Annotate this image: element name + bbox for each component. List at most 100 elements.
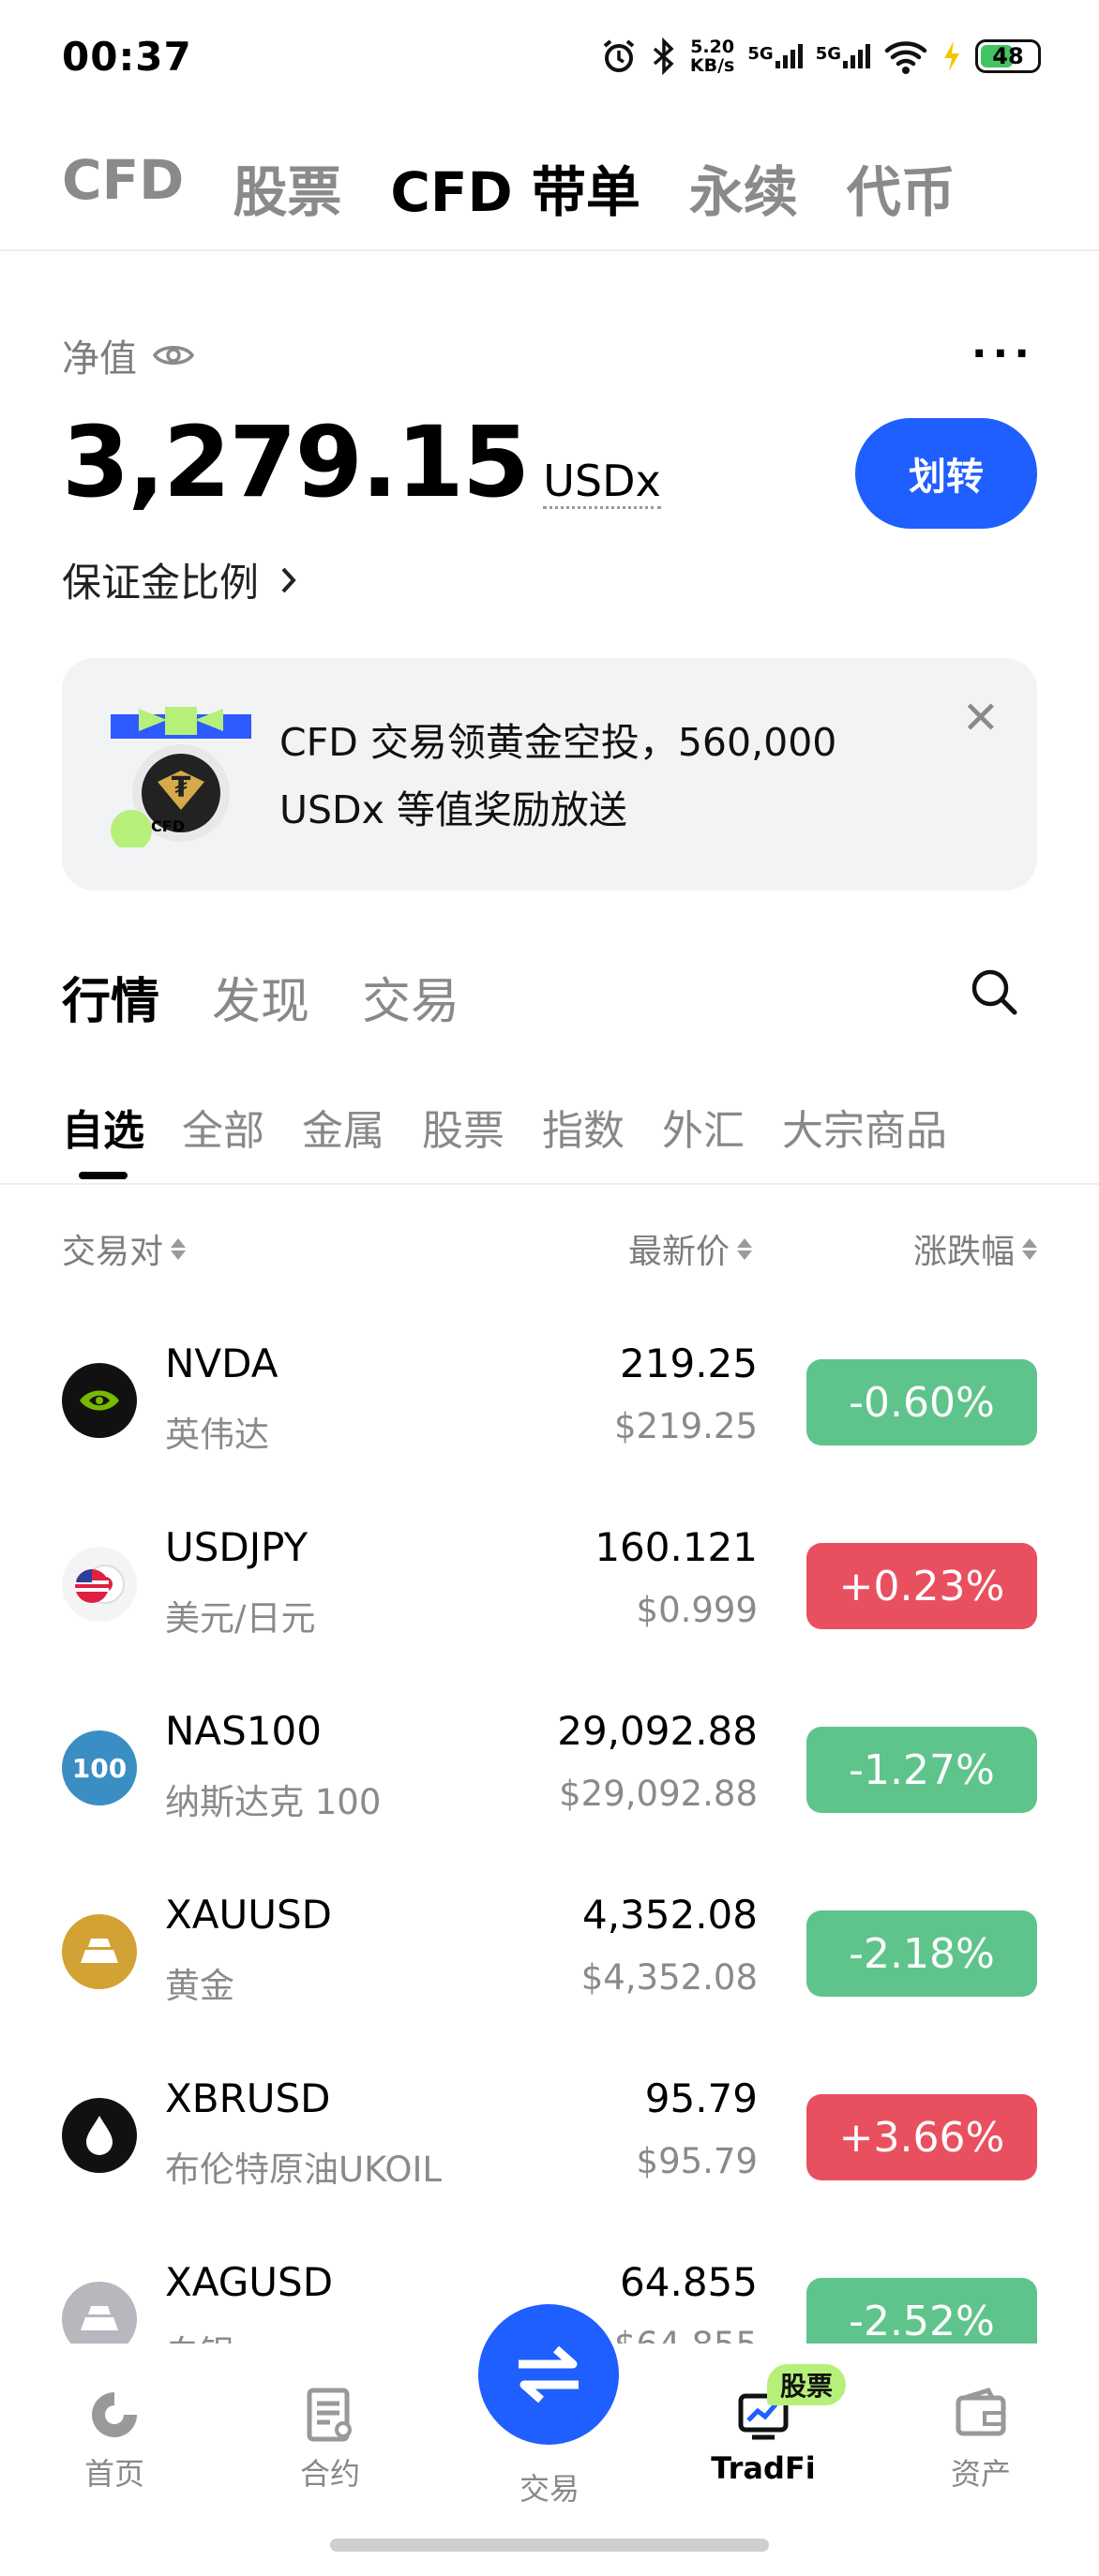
row-symbol: XAUUSD xyxy=(165,1892,332,1938)
divider xyxy=(0,249,1099,251)
cat-tab-stocks[interactable]: 股票 xyxy=(422,1097,504,1157)
cat-tab-watchlist[interactable]: 自选 xyxy=(62,1097,144,1157)
cat-tab-commodities[interactable]: 大宗商品 xyxy=(782,1097,947,1157)
promo-banner[interactable]: ₮ CFD CFD 交易领黄金空投，560,000 USDx 等值奖励放送 ✕ xyxy=(62,658,1037,891)
trade-button[interactable] xyxy=(478,2304,619,2445)
usd-jpy-flag-icon xyxy=(62,1547,137,1622)
row-name: 英伟达 xyxy=(165,1415,269,1455)
net-value-label: 净值 xyxy=(62,328,195,382)
eye-icon[interactable] xyxy=(152,340,195,370)
row-price: 64.855 xyxy=(620,2259,758,2305)
table-row[interactable]: NVDA 英伟达 219.25 $219.25 -0.60% xyxy=(0,1325,1099,1507)
sort-price[interactable]: 最新价 xyxy=(628,1224,752,1273)
banner-text: CFD 交易领黄金空投，560,000 USDx 等值奖励放送 xyxy=(279,709,936,844)
chevron-right-icon xyxy=(281,567,296,592)
tab-market[interactable]: 行情 xyxy=(62,962,159,1032)
network-speed: 5.20 KB/s xyxy=(689,37,735,76)
tab-perpetual[interactable]: 永续 xyxy=(689,148,798,227)
home-icon xyxy=(92,2392,137,2437)
status-icons: 5.20 KB/s 5G 5G 48 xyxy=(600,34,1041,79)
nav-assets-label: 资产 xyxy=(950,2456,1011,2492)
row-price: 219.25 xyxy=(620,1340,758,1386)
svg-text:₮: ₮ xyxy=(172,771,191,804)
nav-contracts[interactable]: 合约 xyxy=(255,2385,405,2494)
alarm-icon xyxy=(603,39,635,72)
top-tabs: CFD 股票 CFD 带单 永续 代币 xyxy=(62,148,956,227)
balance-currency[interactable]: USDx xyxy=(543,456,661,509)
row-symbol: XAGUSD xyxy=(165,2259,334,2305)
cfd-badge: CFD xyxy=(151,817,185,835)
row-price: 4,352.08 xyxy=(581,1892,758,1938)
row-usd-price: $4,352.08 xyxy=(580,1957,758,1998)
tab-cfd[interactable]: CFD xyxy=(62,148,184,227)
row-name: 黄金 xyxy=(165,1966,234,2006)
nav-tradfi-label: TradFi xyxy=(711,2450,816,2486)
bluetooth-icon xyxy=(653,37,674,75)
row-price: 29,092.88 xyxy=(557,1708,758,1754)
row-usd-price: $95.79 xyxy=(636,2141,758,2181)
nav-contracts-label: 合约 xyxy=(299,2456,360,2492)
table-row[interactable]: XAUUSD 黄金 4,352.08 $4,352.08 -2.18% xyxy=(0,1877,1099,2059)
table-row[interactable]: 100 NAS100 纳斯达克 100 29,092.88 $29,092.88… xyxy=(0,1693,1099,1875)
signal-2: 5G xyxy=(816,44,870,68)
sort-pair[interactable]: 交易对 xyxy=(62,1224,187,1273)
cat-tab-forex[interactable]: 外汇 xyxy=(662,1097,745,1157)
cat-tab-all[interactable]: 全部 xyxy=(182,1097,264,1157)
row-change-badge: -2.18% xyxy=(806,1910,1037,1997)
tab-discover[interactable]: 发现 xyxy=(212,962,309,1032)
row-name: 纳斯达克 100 xyxy=(165,1782,382,1822)
tab-cfd-copy-trading[interactable]: CFD 带单 xyxy=(390,148,640,227)
wifi-icon xyxy=(884,41,927,74)
tab-tokens[interactable]: 代币 xyxy=(847,148,956,227)
home-indicator[interactable] xyxy=(330,2539,769,2552)
margin-ratio-label: 保证金比例 xyxy=(62,560,260,606)
row-change-badge: -0.60% xyxy=(806,1359,1037,1445)
sort-icon xyxy=(737,1237,752,1260)
oil-drop-icon xyxy=(62,2098,137,2173)
row-change-badge: +0.23% xyxy=(806,1543,1037,1629)
nav-home[interactable]: 首页 xyxy=(39,2385,189,2494)
sort-icon xyxy=(1022,1237,1037,1260)
row-symbol: XBRUSD xyxy=(165,2075,331,2121)
sort-icon xyxy=(171,1237,187,1260)
tab-stocks[interactable]: 股票 xyxy=(233,148,341,227)
table-row[interactable]: XBRUSD 布伦特原油UKOIL 95.79 $95.79 +3.66% xyxy=(0,2060,1099,2242)
nav-trade-label[interactable]: 交易 xyxy=(474,2465,625,2509)
divider xyxy=(0,1183,1099,1185)
search-icon[interactable] xyxy=(968,966,1020,1018)
tab-trade[interactable]: 交易 xyxy=(362,962,459,1032)
charging-icon xyxy=(944,41,959,71)
balance: 3,279.15 USDx xyxy=(62,405,661,519)
table-row[interactable]: USDJPY 美元/日元 160.121 $0.999 +0.23% xyxy=(0,1509,1099,1691)
nasdaq-100-icon: 100 xyxy=(62,1730,137,1805)
gold-bars-icon xyxy=(62,1914,137,1989)
battery-icon: 48 xyxy=(975,39,1041,73)
cat-tab-metals[interactable]: 金属 xyxy=(302,1097,384,1157)
section-tabs: 行情 发现 交易 xyxy=(62,962,459,1032)
row-name: 美元/日元 xyxy=(165,1598,316,1639)
balance-value: 3,279.15 xyxy=(62,405,530,519)
wallet-icon xyxy=(956,2387,1006,2436)
transfer-button[interactable]: 划转 xyxy=(855,418,1037,529)
signal-1: 5G xyxy=(747,44,803,68)
nav-home-label: 首页 xyxy=(83,2456,144,2492)
more-options-icon[interactable]: ··· xyxy=(971,330,1035,378)
banner-line-2: USDx 等值奖励放送 xyxy=(279,787,627,832)
row-symbol: NAS100 xyxy=(165,1708,322,1754)
row-price: 160.121 xyxy=(595,1524,758,1570)
swap-arrows-icon xyxy=(519,2345,579,2404)
margin-ratio-link[interactable]: 保证金比例 xyxy=(62,551,298,608)
row-symbol: NVDA xyxy=(165,1340,279,1386)
cat-tab-indices[interactable]: 指数 xyxy=(542,1097,625,1157)
banner-line-1: CFD 交易领黄金空投，560,000 xyxy=(279,720,837,765)
close-icon[interactable]: ✕ xyxy=(962,696,1000,741)
category-tabs: 自选 全部 金属 股票 指数 外汇 大宗商品 xyxy=(62,1097,947,1157)
row-symbol: USDJPY xyxy=(165,1524,309,1570)
row-name: 布伦特原油UKOIL xyxy=(165,2149,442,2190)
row-usd-price: $0.999 xyxy=(636,1590,758,1630)
row-price: 95.79 xyxy=(644,2075,758,2121)
nav-assets[interactable]: 资产 xyxy=(906,2385,1056,2494)
sort-change[interactable]: 涨跌幅 xyxy=(913,1224,1037,1273)
nvidia-logo-icon xyxy=(62,1363,137,1438)
stocks-badge: 股票 xyxy=(767,2364,847,2405)
